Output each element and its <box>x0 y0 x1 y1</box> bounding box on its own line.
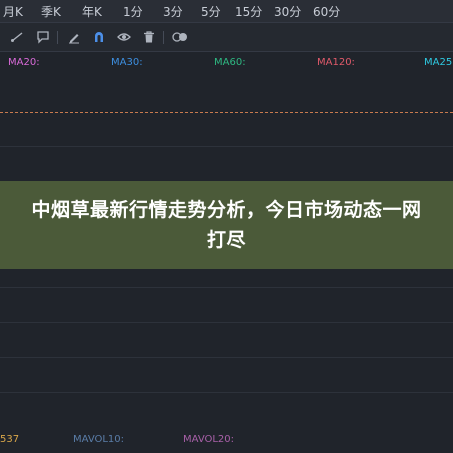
line-tool-icon[interactable] <box>10 30 24 44</box>
grid-line <box>0 357 453 358</box>
ma60-label: MA60: <box>214 57 246 68</box>
tab-30min[interactable]: 30分 <box>274 3 301 20</box>
magnet-icon[interactable] <box>92 30 106 44</box>
volume-value: 537 <box>0 434 20 445</box>
current-price-line <box>0 112 453 113</box>
ma-legend: MA20: MA30: MA60: MA120: MA25 <box>0 57 453 73</box>
comment-icon[interactable] <box>36 30 50 44</box>
trash-icon[interactable] <box>142 30 156 44</box>
eye-icon[interactable] <box>117 30 131 44</box>
grid-line <box>0 392 453 393</box>
headline-banner: 中烟草最新行情走势分析，今日市场动态一网打尽 <box>0 181 453 269</box>
tab-quarterly-k[interactable]: 季K <box>41 3 61 20</box>
toggle-icon[interactable] <box>172 30 187 44</box>
mavol10-label: MAVOL10: <box>73 434 125 445</box>
tab-60min[interactable]: 60分 <box>313 3 340 20</box>
tab-yearly-k[interactable]: 年K <box>82 3 102 20</box>
ma120-label: MA120: <box>317 57 355 68</box>
toolbar-divider <box>163 31 164 44</box>
volume-legend: 537 MAVOL10: MAVOL20: <box>0 434 453 450</box>
grid-line <box>0 322 453 323</box>
toolbar-divider <box>57 31 58 44</box>
grid-line <box>0 287 453 288</box>
tab-15min[interactable]: 15分 <box>235 3 262 20</box>
ma250-label: MA25 <box>424 57 453 68</box>
drawing-toolbar <box>0 23 453 52</box>
tab-3min[interactable]: 3分 <box>163 3 183 20</box>
tab-5min[interactable]: 5分 <box>201 3 221 20</box>
mavol20-label: MAVOL20: <box>183 434 235 445</box>
grid-line <box>0 146 453 147</box>
tab-monthly-k[interactable]: 月K <box>3 3 23 20</box>
period-tab-bar: 月K 季K 年K 1分 3分 5分 15分 30分 60分 <box>0 0 453 23</box>
ma20-label: MA20: <box>8 57 40 68</box>
ma30-label: MA30: <box>111 57 143 68</box>
headline-title: 中烟草最新行情走势分析，今日市场动态一网打尽 <box>31 199 422 251</box>
tab-1min[interactable]: 1分 <box>123 3 143 20</box>
pen-icon[interactable] <box>67 30 81 44</box>
kline-chart-screen: 月K 季K 年K 1分 3分 5分 15分 30分 60分 MA20: MA30… <box>0 0 453 453</box>
